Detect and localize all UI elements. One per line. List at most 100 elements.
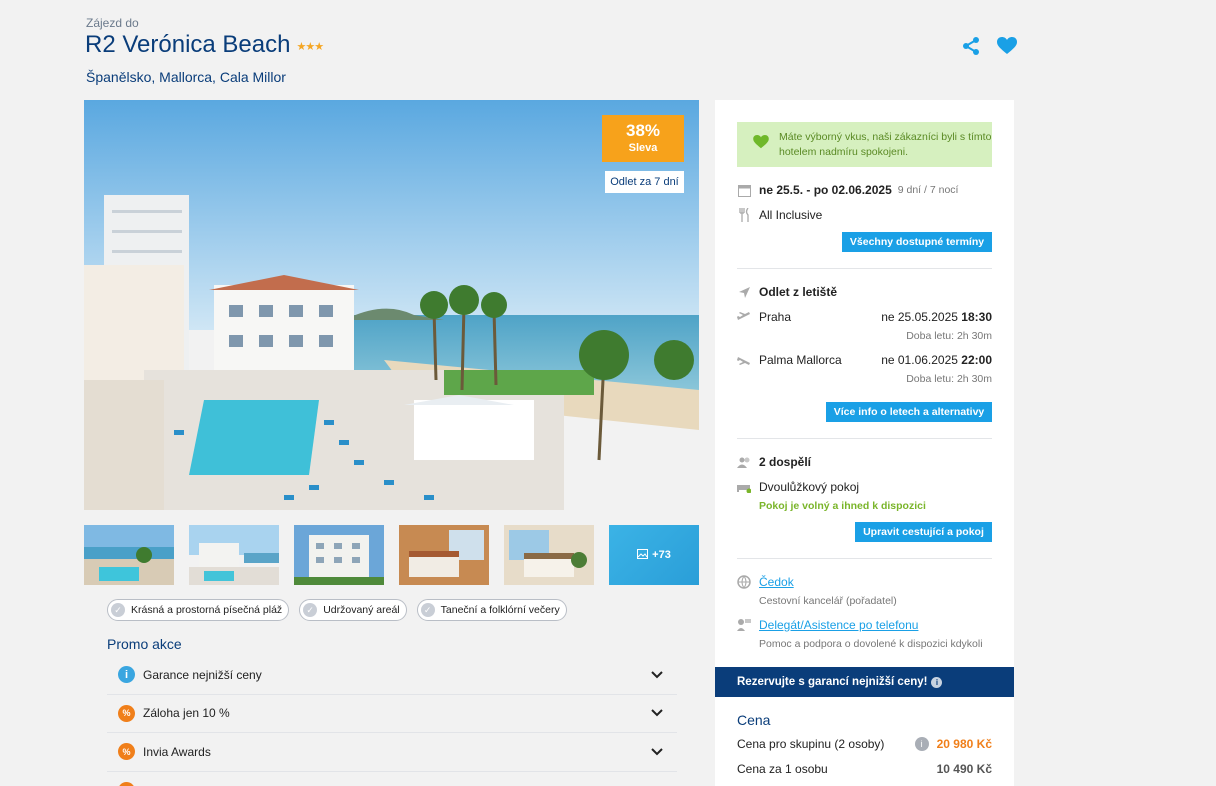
- discount-badge: 38% Sleva: [602, 115, 684, 162]
- feature-tag-label: Taneční a folklórní večery: [440, 604, 560, 616]
- divider: [737, 558, 992, 559]
- discount-percent: 38%: [625, 121, 661, 140]
- cutlery-icon: [737, 208, 751, 222]
- info-icon: i: [118, 666, 135, 684]
- photos-icon: [637, 548, 649, 562]
- inbound-duration: Doba letu: 2h 30m: [906, 373, 992, 385]
- price-person-row: Cena za 1 osobu 10 490 Kč: [737, 762, 992, 776]
- inbound-time: 22:00: [961, 353, 992, 367]
- plane-landing-icon: [737, 353, 751, 367]
- price-title: Cena: [737, 712, 771, 728]
- dates-text: ne 25.5. - po 02.06.2025: [759, 183, 892, 197]
- departure-row: Odlet z letiště: [737, 285, 837, 299]
- discount-label: Sleva: [628, 142, 658, 154]
- promo-item-lowest-price[interactable]: i Garance nejnižší ceny: [107, 656, 677, 695]
- promo-item-deposit[interactable]: % Záloha jen 10 %: [107, 695, 677, 733]
- promo-item-label: Garance nejnižší ceny: [143, 667, 262, 682]
- divider: [737, 268, 992, 269]
- calendar-icon: [737, 183, 751, 197]
- travelers-row: 2 dospělí: [737, 455, 811, 469]
- price-person-value: 10 490 Kč: [936, 762, 992, 776]
- chevron-down-icon: [647, 671, 667, 679]
- inbound-flight: Palma Mallorca: [737, 353, 842, 367]
- thumbnail-4[interactable]: [399, 525, 489, 585]
- guarantee-banner: Rezervujte s garancí nejnižší ceny! i: [715, 667, 1014, 697]
- plane-takeoff-icon: [737, 310, 751, 324]
- hotel-detail-page: Zájezd do R2 Verónica Beach ★★★ Španělsk…: [0, 0, 1216, 786]
- delegate-sub: Pomoc a podpora o dovolené k dispozici k…: [759, 638, 983, 650]
- promo-item-partial[interactable]: %: [107, 772, 677, 786]
- more-photos-button[interactable]: +73: [609, 525, 699, 585]
- edit-travelers-button[interactable]: Upravit cestující a pokoj: [855, 522, 992, 542]
- feature-tag: ✓ Taneční a folklórní večery: [416, 599, 567, 621]
- percent-icon: %: [118, 704, 135, 722]
- thumbnail-3[interactable]: [294, 525, 384, 585]
- promo-item-awards[interactable]: % Invia Awards: [107, 733, 677, 772]
- inbound-from: Palma Mallorca: [759, 353, 842, 367]
- pre-title: Zájezd do: [86, 16, 139, 30]
- travelers-text: 2 dospělí: [759, 455, 812, 469]
- share-icon[interactable]: [960, 35, 982, 57]
- departure-countdown: Odlet za 7 dní: [605, 171, 684, 193]
- chevron-down-icon: [647, 748, 667, 756]
- chevron-down-icon: [647, 709, 667, 717]
- promo-title: Promo akce: [107, 636, 182, 652]
- location-arrow-icon: [737, 285, 751, 299]
- delegate-row: Delegát/Asistence po telefonu: [737, 618, 918, 632]
- bed-icon: [737, 480, 751, 494]
- room-text: Dvoulůžkový pokoj: [759, 480, 860, 494]
- hotel-title: R2 Verónica Beach ★★★: [85, 31, 324, 59]
- satisfaction-text: Máte výborný vkus, naši zákazníci byli s…: [779, 130, 992, 158]
- header-actions: [960, 35, 1018, 57]
- feature-tag: ✓ Krásná a prostorná písečná pláž: [107, 599, 290, 621]
- dates-row: ne 25.5. - po 02.06.2025 9 dní / 7 nocí: [737, 183, 958, 197]
- price-person-label: Cena za 1 osobu: [737, 762, 828, 776]
- thumbnail-2[interactable]: [189, 525, 279, 585]
- inbound-date: ne 01.06.2025: [881, 353, 958, 367]
- price-group-value-wrap: i 20 980 Kč: [914, 737, 992, 751]
- check-icon: ✓: [303, 603, 318, 617]
- star-rating: ★★★: [296, 40, 324, 53]
- users-icon: [737, 455, 751, 469]
- price-group-value: 20 980 Kč: [936, 737, 992, 751]
- price-group-row: Cena pro skupinu (2 osoby) i 20 980 Kč: [737, 737, 992, 751]
- heart-icon: [753, 135, 769, 154]
- hotel-location[interactable]: Španělsko, Mallorca, Cala Millor: [86, 69, 286, 85]
- outbound-date: ne 25.05.2025: [881, 310, 958, 324]
- flights-info-button[interactable]: Více info o letech a alternativy: [826, 402, 992, 422]
- outbound-time: 18:30: [961, 310, 992, 324]
- agency-row: Čedok: [737, 575, 794, 589]
- promo-item-label: Invia Awards: [143, 744, 211, 759]
- info-icon[interactable]: i: [914, 737, 929, 751]
- outbound-from: Praha: [759, 310, 792, 324]
- guarantee-text: Rezervujte s garancí nejnižší ceny!: [737, 676, 928, 688]
- board-text: All Inclusive: [759, 208, 823, 222]
- board-row: All Inclusive: [737, 208, 822, 222]
- outbound-duration: Doba letu: 2h 30m: [906, 330, 992, 342]
- agency-link[interactable]: Čedok: [759, 575, 794, 589]
- thumbnail-1[interactable]: [84, 525, 174, 585]
- price-group-label: Cena pro skupinu (2 osoby): [737, 737, 885, 751]
- hotel-name: R2 Verónica Beach: [85, 31, 291, 58]
- thumbnail-5[interactable]: [504, 525, 594, 585]
- check-icon: ✓: [420, 603, 435, 617]
- percent-icon: %: [118, 782, 135, 786]
- divider: [737, 438, 992, 439]
- check-icon: ✓: [111, 603, 125, 617]
- departure-label: Odlet z letiště: [759, 285, 838, 299]
- delegate-link[interactable]: Delegát/Asistence po telefonu: [759, 618, 918, 632]
- heart-icon[interactable]: [996, 35, 1018, 57]
- room-status: Pokoj je volný a ihned k dispozici: [759, 500, 926, 512]
- feature-tag-label: Udržovaný areál: [323, 604, 400, 616]
- feature-tag-label: Krásná a prostorná písečná pláž: [131, 604, 283, 616]
- promo-item-label: Záloha jen 10 %: [143, 706, 230, 721]
- promo-list: i Garance nejnižší ceny % Záloha jen 10 …: [107, 656, 677, 786]
- feature-tag: ✓ Udržovaný areál: [299, 599, 407, 621]
- agency-sub: Cestovní kancelář (pořadatel): [759, 595, 897, 607]
- all-dates-button[interactable]: Všechny dostupné termíny: [842, 232, 992, 252]
- booking-panel: Máte výborný vkus, naši zákazníci byli s…: [715, 100, 1014, 786]
- room-row: Dvoulůžkový pokoj: [737, 480, 859, 494]
- globe-icon: [737, 575, 751, 589]
- info-icon[interactable]: i: [931, 676, 943, 688]
- inbound-datetime: ne 01.06.2025 22:00: [881, 353, 992, 367]
